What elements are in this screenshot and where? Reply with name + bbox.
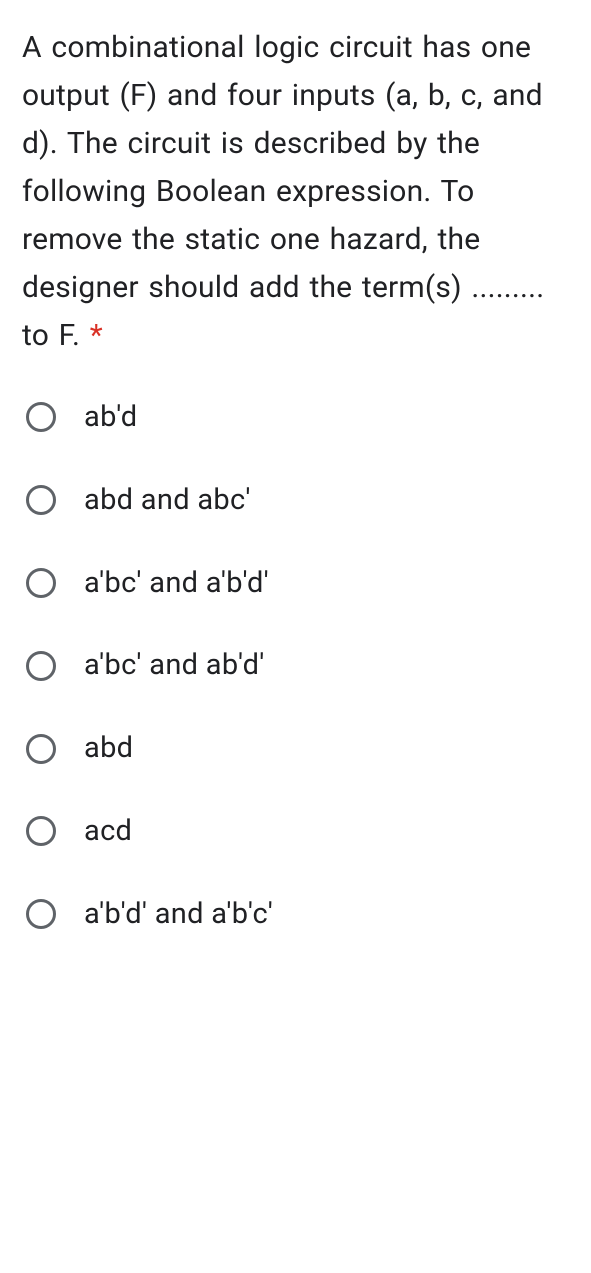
option-label: a'bc' and a'b'd' — [84, 566, 269, 601]
radio-icon — [26, 816, 56, 846]
radio-icon — [26, 651, 56, 681]
radio-icon — [26, 899, 56, 929]
option-row[interactable]: acd — [26, 814, 569, 849]
question-body: A combinational logic circuit has one ou… — [22, 30, 544, 353]
option-label: abd — [84, 731, 133, 766]
question-text: A combinational logic circuit has one ou… — [22, 24, 569, 360]
option-label: abd and abc' — [84, 483, 251, 518]
option-row[interactable]: a'bc' and ab'd' — [26, 648, 569, 683]
option-label: ab'd — [84, 400, 137, 435]
radio-icon — [26, 734, 56, 764]
option-label: acd — [84, 814, 132, 849]
radio-icon — [26, 568, 56, 598]
required-asterisk: * — [80, 318, 103, 353]
option-row[interactable]: a'b'd' and a'b'c' — [26, 897, 569, 932]
option-row[interactable]: abd and abc' — [26, 483, 569, 518]
option-row[interactable]: ab'd — [26, 400, 569, 435]
option-row[interactable]: abd — [26, 731, 569, 766]
options-group: ab'd abd and abc' a'bc' and a'b'd' a'bc'… — [22, 400, 569, 932]
option-label: a'bc' and ab'd' — [84, 648, 265, 683]
radio-icon — [26, 485, 56, 515]
option-row[interactable]: a'bc' and a'b'd' — [26, 566, 569, 601]
radio-icon — [26, 402, 56, 432]
option-label: a'b'd' and a'b'c' — [84, 897, 273, 932]
